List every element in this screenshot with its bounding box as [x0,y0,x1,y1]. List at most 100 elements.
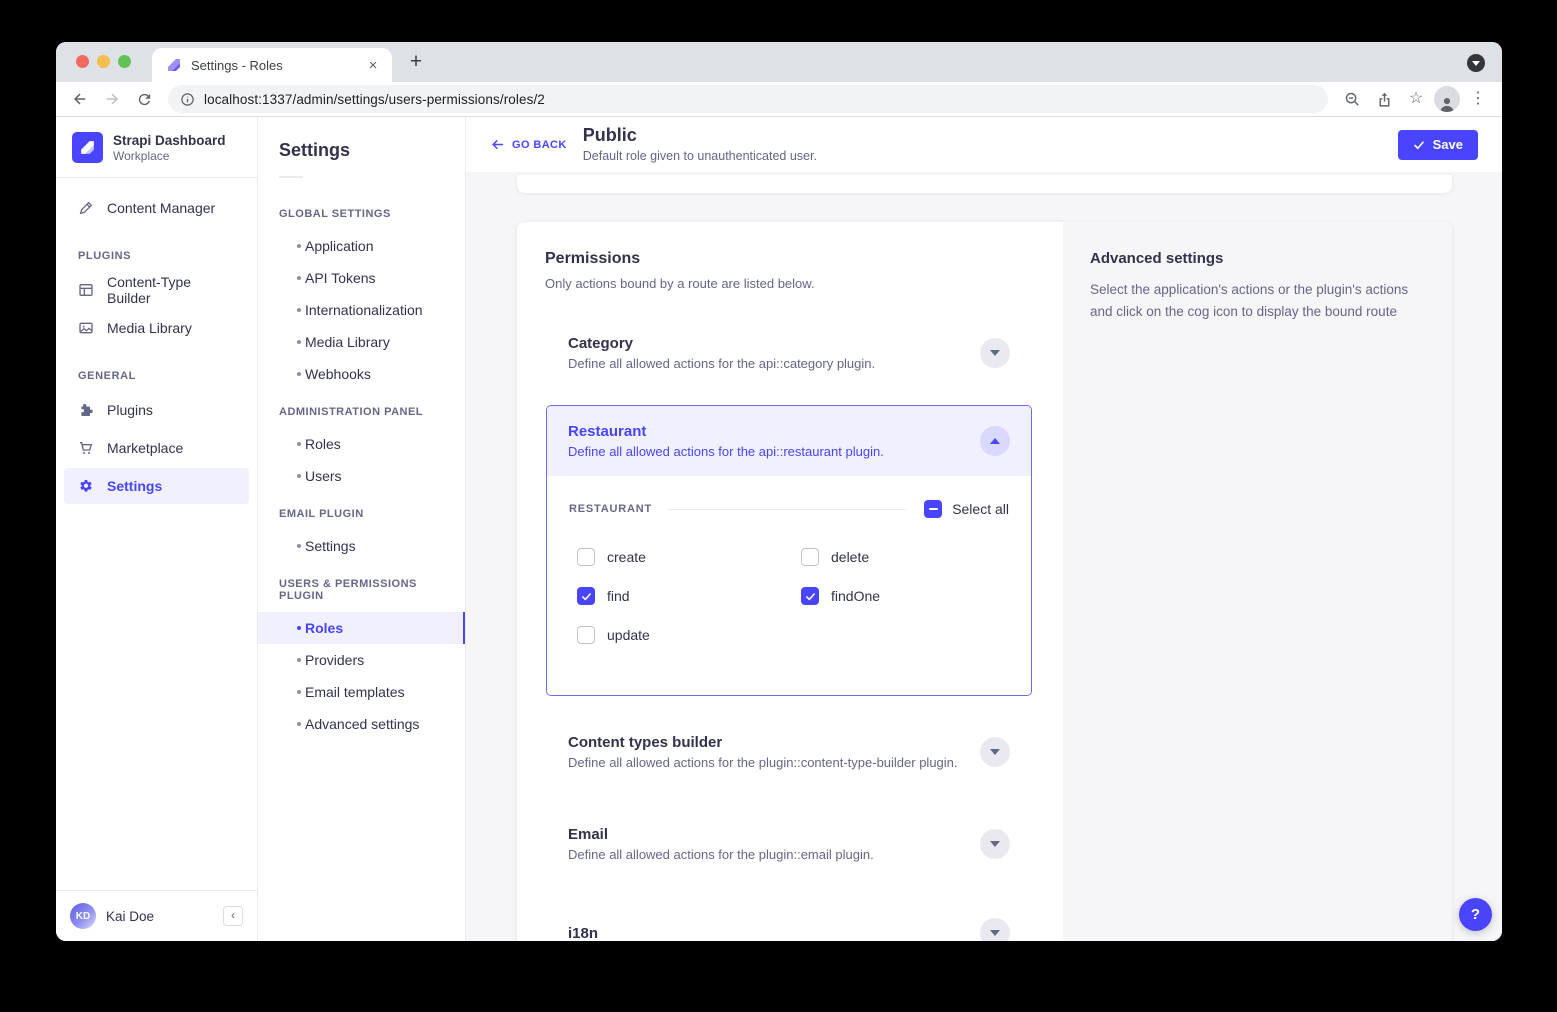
settings-item-admin-users[interactable]: Users [258,460,465,492]
accordion-title: Email [568,826,874,843]
sidebar-item-label: Media Library [107,320,192,336]
url-text: localhost:1337/admin/settings/users-perm… [204,92,545,107]
permission-create[interactable]: create [577,548,801,566]
reload-icon[interactable] [130,85,158,113]
accordion-description: Define all allowed actions for the api::… [568,444,884,459]
back-icon[interactable] [66,85,94,113]
settings-item-api-tokens[interactable]: API Tokens [258,262,465,294]
sidebar-item-settings[interactable]: Settings [64,468,249,504]
sidebar-item-label: Marketplace [107,440,183,456]
permission-find[interactable]: find [577,587,801,605]
workspace-brand[interactable]: Strapi Dashboard Workplace [56,117,257,177]
settings-sidebar: Settings GLOBAL SETTINGS Application API… [258,117,466,941]
browser-tab[interactable]: Settings - Roles × [152,48,392,82]
address-bar[interactable]: localhost:1337/admin/settings/users-perm… [168,85,1328,113]
tab-close-icon[interactable]: × [364,56,382,74]
select-all-checkbox[interactable] [924,500,942,518]
traffic-lights [76,55,131,68]
create-checkbox[interactable] [577,548,595,566]
new-tab-button[interactable]: + [402,48,430,76]
share-icon[interactable] [1370,85,1398,113]
main-content: GO BACK Public Default role given to una… [466,117,1502,941]
minimize-window-button[interactable] [97,55,110,68]
settings-item-application[interactable]: Application [258,230,465,262]
update-checkbox[interactable] [577,626,595,644]
help-button[interactable]: ? [1459,898,1492,931]
permission-label: findOne [831,588,880,604]
bookmark-star-icon[interactable]: ☆ [1402,85,1430,113]
permission-update[interactable]: update [577,626,801,644]
settings-item-up-providers[interactable]: Providers [258,644,465,676]
permissions-panel: Permissions Only actions bound by a rout… [517,222,1063,941]
puzzle-icon [78,402,94,418]
settings-item-up-email-templates[interactable]: Email templates [258,676,465,708]
collapse-restaurant-button[interactable] [980,426,1010,456]
go-back-link[interactable]: GO BACK [490,137,567,152]
chevron-down-icon [990,749,1000,755]
browser-menu-icon[interactable]: ⋮ [1464,85,1492,113]
settings-item-admin-roles[interactable]: Roles [258,428,465,460]
advanced-settings-title: Advanced settings [1090,250,1426,267]
expand-category-button[interactable] [980,338,1010,368]
zoom-indicator-icon[interactable] [1338,85,1366,113]
sidebar-item-content-manager[interactable]: Content Manager [64,190,249,226]
sidebar-item-content-type-builder[interactable]: Content-Type Builder [64,272,249,308]
accordion-email[interactable]: Email Define all allowed actions for the… [517,826,1063,862]
browser-profile-avatar[interactable] [1434,86,1460,112]
sidebar-footer: KD Kai Doe ‹ [56,890,257,941]
permissions-card: Permissions Only actions bound by a rout… [517,222,1452,941]
settings-item-up-roles[interactable]: Roles [258,612,465,644]
brand-subtitle: Workplace [113,149,226,163]
settings-item-up-advanced-settings[interactable]: Advanced settings [258,708,465,740]
zoom-window-button[interactable] [118,55,131,68]
accordion-i18n[interactable]: i18n [517,918,1063,941]
sidebar-item-label: Content Manager [107,200,215,216]
save-button[interactable]: Save [1398,130,1478,160]
settings-section-admin-panel: ADMINISTRATION PANEL [258,390,465,428]
accordion-description: Define all allowed actions for the plugi… [568,755,958,770]
collapse-sidebar-button[interactable]: ‹ [223,906,243,926]
user-avatar[interactable]: KD [70,903,96,929]
cart-icon [78,440,94,456]
divider [668,509,906,510]
settings-item-media-library[interactable]: Media Library [258,326,465,358]
tab-search-button[interactable] [1467,54,1485,72]
close-window-button[interactable] [76,55,89,68]
sidebar-item-marketplace[interactable]: Marketplace [64,430,249,466]
delete-checkbox[interactable] [801,548,819,566]
settings-section-users-permissions: USERS & PERMISSIONS PLUGIN [258,562,465,612]
expand-content-types-builder-button[interactable] [980,737,1010,767]
settings-item-webhooks[interactable]: Webhooks [258,358,465,390]
restaurant-accordion-header[interactable]: Restaurant Define all allowed actions fo… [547,406,1031,476]
check-icon [1413,139,1425,151]
accordion-title: Content types builder [568,734,958,751]
browser-window: Settings - Roles × + localhost:1337/admi… [56,42,1502,941]
brand-title: Strapi Dashboard [113,133,226,148]
divider [279,176,303,178]
sidebar-item-plugins[interactable]: Plugins [64,392,249,428]
go-back-label: GO BACK [512,139,567,151]
find-checkbox[interactable] [577,587,595,605]
sidebar-item-media-library[interactable]: Media Library [64,310,249,346]
save-button-label: Save [1433,137,1463,152]
chevron-up-icon [990,438,1000,444]
findone-checkbox[interactable] [801,587,819,605]
permission-label: update [607,627,650,643]
accordion-description: Define all allowed actions for the plugi… [568,847,874,862]
permission-delete[interactable]: delete [801,548,1009,566]
settings-section-email-plugin: EMAIL PLUGIN [258,492,465,530]
restaurant-permissions-body: RESTAURANT Select all create [547,476,1031,695]
accordion-content-types-builder[interactable]: Content types builder Define all allowed… [517,734,1063,770]
select-all-control[interactable]: Select all [924,500,1009,518]
permission-findone[interactable]: findOne [801,587,1009,605]
settings-item-email-settings[interactable]: Settings [258,530,465,562]
pencil-icon [78,200,94,216]
settings-item-internationalization[interactable]: Internationalization [258,294,465,326]
forward-icon[interactable] [98,85,126,113]
select-all-label: Select all [952,501,1009,517]
expand-email-button[interactable] [980,829,1010,859]
expand-i18n-button[interactable] [980,918,1010,941]
info-icon[interactable] [180,92,195,107]
accordion-category[interactable]: Category Define all allowed actions for … [517,335,1063,371]
user-name: Kai Doe [106,909,154,924]
